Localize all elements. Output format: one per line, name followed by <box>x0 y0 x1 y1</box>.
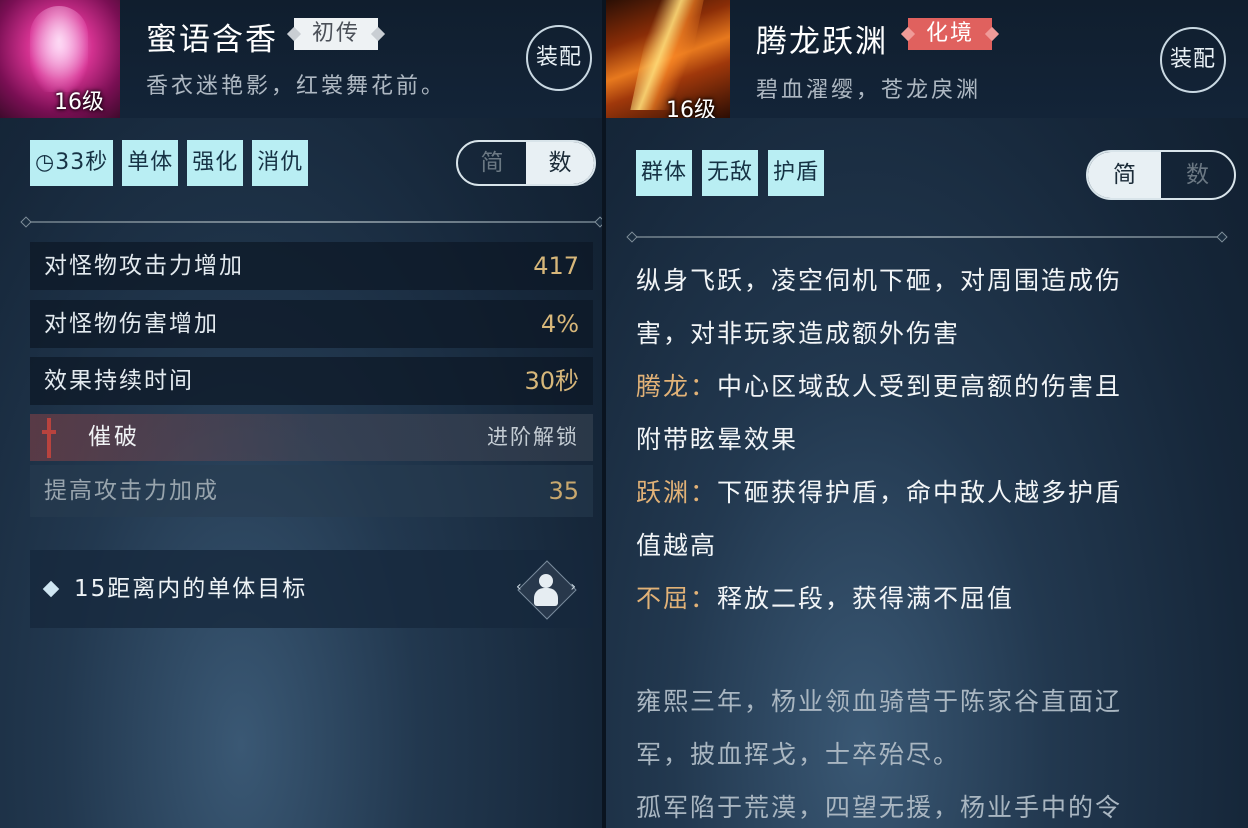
skill-description: 碧血濯缨，苍龙戾渊 <box>756 78 982 103</box>
stat-label: 对怪物攻击力增加 <box>44 253 244 279</box>
skill-lore: 雍熙三年，杨业领血骑营于陈家谷直面辽 军，披血挥戈，士卒殆尽。 孤军陷于荒漠，四… <box>636 675 1226 828</box>
skill-panel-left: 16级 蜜语含香 初传 香衣迷艳影，红裳舞花前。 装配 ◷33秒 单体 强化 消仇 简… <box>0 0 602 828</box>
target-range-label: 15距离内的单体目标 <box>74 576 308 602</box>
clock-icon: ◷ <box>35 150 56 175</box>
description-line: 纵身飞跃，凌空伺机下砸，对周围造成伤 <box>636 254 1226 307</box>
stat-value: 30秒 <box>524 367 579 395</box>
lore-line: 军，披血挥戈，士卒殆尽。 <box>636 740 961 769</box>
sword-icon <box>42 418 56 458</box>
effect-text: 释放二段，获得满不屈值 <box>717 584 1015 613</box>
stat-value: 417 <box>533 252 579 280</box>
locked-upgrade-header[interactable]: 催破 进阶解锁 <box>30 414 593 461</box>
effect-text: 害，对非玩家造成额外伤害 <box>636 319 961 348</box>
rank-badge: 初传 <box>294 18 379 50</box>
tag-single-target: 单体 <box>122 140 179 186</box>
effect-text: 下砸获得护盾，命中敌人越多护盾 <box>717 478 1123 507</box>
stat-row: 对怪物攻击力增加 417 <box>30 242 593 290</box>
skill-icon[interactable]: 16级 <box>606 0 730 118</box>
description-line: 跃渊：下砸获得护盾，命中敌人越多护盾 <box>636 466 1226 519</box>
skill-effect-description: 纵身飞跃，凌空伺机下砸，对周围造成伤 害，对非玩家造成额外伤害 腾龙：中心区域敌… <box>636 254 1226 625</box>
tag-aoe: 群体 <box>636 150 693 196</box>
tag-threat-reduce: 消仇 <box>252 140 309 186</box>
skill-icon[interactable]: 16级 <box>0 0 120 118</box>
skill-header: 16级 蜜语含香 初传 香衣迷艳影，红裳舞花前。 装配 <box>0 0 602 118</box>
description-line: 害，对非玩家造成额外伤害 <box>636 307 1226 360</box>
effect-text: 纵身飞跃，凌空伺机下砸，对周围造成伤 <box>636 266 1123 295</box>
skill-description: 香衣迷艳影，红裳舞花前。 <box>146 74 447 99</box>
toggle-numeric[interactable]: 数 <box>1161 152 1234 198</box>
description-line: 值越高 <box>636 519 1226 572</box>
unlock-status: 进阶解锁 <box>487 425 579 449</box>
skill-level: 16级 <box>666 98 716 118</box>
skill-header: 16级 腾龙跃渊 化境 碧血濯缨，苍龙戾渊 装配 <box>606 0 1248 118</box>
toggle-numeric[interactable]: 数 <box>526 142 594 184</box>
section-divider <box>26 221 600 223</box>
skill-level: 16级 <box>54 90 104 115</box>
cooldown-value: 33秒 <box>55 150 109 175</box>
effect-text: 中心区域敌人受到更高额的伤害且 <box>717 372 1123 401</box>
description-line: 腾龙：中心区域敌人受到更高额的伤害且 <box>636 360 1226 413</box>
view-toggle: 简 数 <box>456 140 596 186</box>
description-line: 不屈：释放二段，获得满不屈值 <box>636 572 1226 625</box>
stat-value: 4% <box>540 310 579 338</box>
skill-tags: 群体 无敌 护盾 <box>636 150 834 196</box>
stat-label: 效果持续时间 <box>44 368 194 394</box>
tag-invincible: 无敌 <box>702 150 759 196</box>
stat-row: 对怪物伤害增加 4% <box>30 300 593 348</box>
toggle-simple[interactable]: 简 <box>458 142 526 184</box>
effect-key: 不屈： <box>636 584 718 613</box>
view-toggle: 简 数 <box>1086 150 1236 200</box>
effect-text: 值越高 <box>636 531 718 560</box>
upgrade-stat-row: 提高攻击力加成 35 <box>30 465 593 517</box>
effect-key: 跃渊： <box>636 478 718 507</box>
tag-shield: 护盾 <box>768 150 825 196</box>
stat-label: 提高攻击力加成 <box>44 478 219 504</box>
tag-buff: 强化 <box>187 140 244 186</box>
lore-line: 雍熙三年，杨业领血骑营于陈家谷直面辽 <box>636 687 1123 716</box>
target-info-row: 15距离内的单体目标 ‹ › <box>30 550 593 628</box>
effect-text: 附带眩晕效果 <box>636 425 799 454</box>
section-divider <box>632 236 1222 238</box>
description-line: 附带眩晕效果 <box>636 413 1226 466</box>
toggle-simple[interactable]: 简 <box>1088 152 1161 198</box>
skill-panel-right: 16级 腾龙跃渊 化境 碧血濯缨，苍龙戾渊 装配 群体 无敌 护盾 简 数 纵身飞跃… <box>606 0 1248 828</box>
stat-label: 对怪物伤害增加 <box>44 311 219 337</box>
rank-badge: 化境 <box>908 18 993 50</box>
single-target-icon: ‹ › <box>516 559 577 620</box>
skill-tags: ◷33秒 单体 强化 消仇 <box>30 140 317 186</box>
upgrade-name: 催破 <box>88 424 140 450</box>
lore-line: 孤军陷于荒漠，四望无援，杨业手中的令 <box>636 793 1123 822</box>
cooldown-tag: ◷33秒 <box>30 140 114 186</box>
diamond-bullet-icon <box>42 580 60 598</box>
equip-button[interactable]: 装配 <box>1160 27 1226 93</box>
stat-row: 效果持续时间 30秒 <box>30 357 593 405</box>
stat-value: 35 <box>548 477 579 505</box>
equip-button[interactable]: 装配 <box>526 25 592 91</box>
dancer-figure-icon <box>30 6 88 92</box>
skill-name: 腾龙跃渊 <box>756 24 888 60</box>
effect-key: 腾龙： <box>636 372 718 401</box>
skill-name: 蜜语含香 <box>146 22 278 58</box>
